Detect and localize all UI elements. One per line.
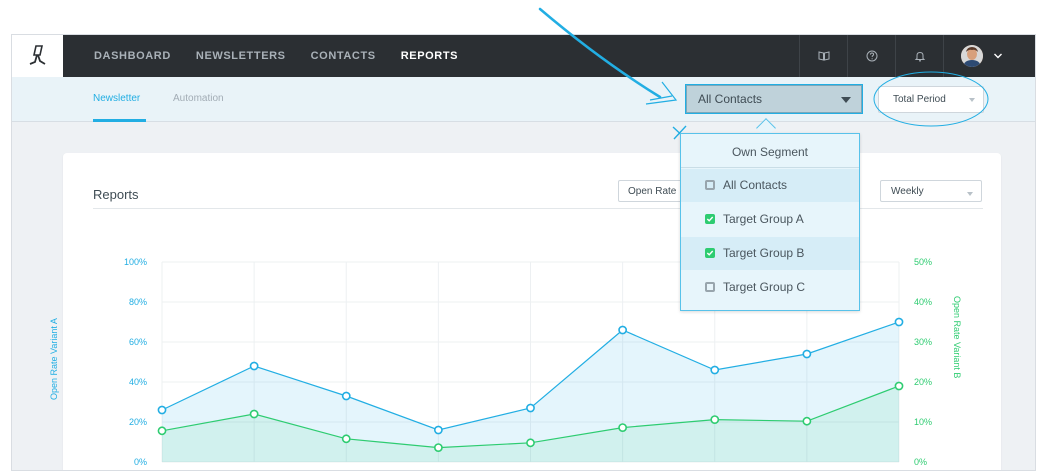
segment-dropdown: Own Segment All Contacts Target Group A … [680, 133, 860, 311]
data-point [802, 416, 812, 426]
y-right-tick-label: 20% [914, 377, 932, 387]
data-point [433, 425, 443, 435]
data-point [710, 415, 720, 424]
dropdown-item-target-group-c[interactable]: Target Group C [681, 271, 859, 304]
data-point [894, 317, 904, 327]
y-right-tick-label: 40% [914, 297, 932, 307]
checked-box-icon[interactable] [705, 214, 715, 224]
data-point [433, 443, 443, 452]
y-left-tick-label: 100% [124, 257, 147, 267]
dropdown-item-label: Target Group C [723, 280, 806, 294]
unchecked-box-icon[interactable] [705, 282, 715, 292]
y-right-tick-label: 10% [914, 417, 932, 427]
data-point [157, 426, 167, 436]
dropdown-header: Own Segment [681, 134, 859, 168]
data-point [341, 434, 351, 444]
dropdown-item-target-group-b[interactable]: Target Group B [681, 237, 859, 270]
dropdown-item-label: All Contacts [723, 178, 788, 192]
data-point [249, 409, 259, 419]
dropdown-item-target-group-a[interactable]: Target Group A [681, 203, 859, 236]
data-point [618, 423, 628, 432]
dropdown-item-label: Target Group A [723, 212, 804, 226]
data-point [526, 403, 535, 413]
y-left-tick-label: 60% [129, 337, 147, 347]
open-rate-chart: 100% 50% 80% 40% 60% 30% 40% 20% 20% 10% 0% 0% [124, 257, 932, 467]
data-point [618, 325, 628, 335]
data-point [249, 361, 259, 371]
y-right-tick-label: 0% [914, 457, 927, 467]
data-point [341, 391, 351, 401]
data-point [157, 405, 167, 415]
checked-box-icon[interactable] [705, 248, 715, 258]
dropdown-item-all-contacts[interactable]: All Contacts [681, 169, 859, 202]
y-axis-right-label: Open Rate Variant B [952, 296, 962, 379]
y-axis-left-label: Open Rate Variant A [49, 318, 59, 400]
y-left-tick-label: 20% [129, 417, 147, 427]
data-point [802, 349, 812, 359]
dropdown-item-label: Target Group B [723, 246, 805, 260]
y-left-tick-label: 0% [134, 457, 147, 467]
data-point [894, 381, 904, 391]
y-left-tick-label: 80% [129, 297, 147, 307]
y-right-tick-label: 50% [914, 257, 932, 267]
data-point [710, 365, 720, 375]
y-right-tick-label: 30% [914, 337, 932, 347]
data-point [526, 438, 535, 448]
unchecked-box-icon[interactable] [705, 180, 715, 190]
y-left-tick-label: 40% [129, 377, 147, 387]
